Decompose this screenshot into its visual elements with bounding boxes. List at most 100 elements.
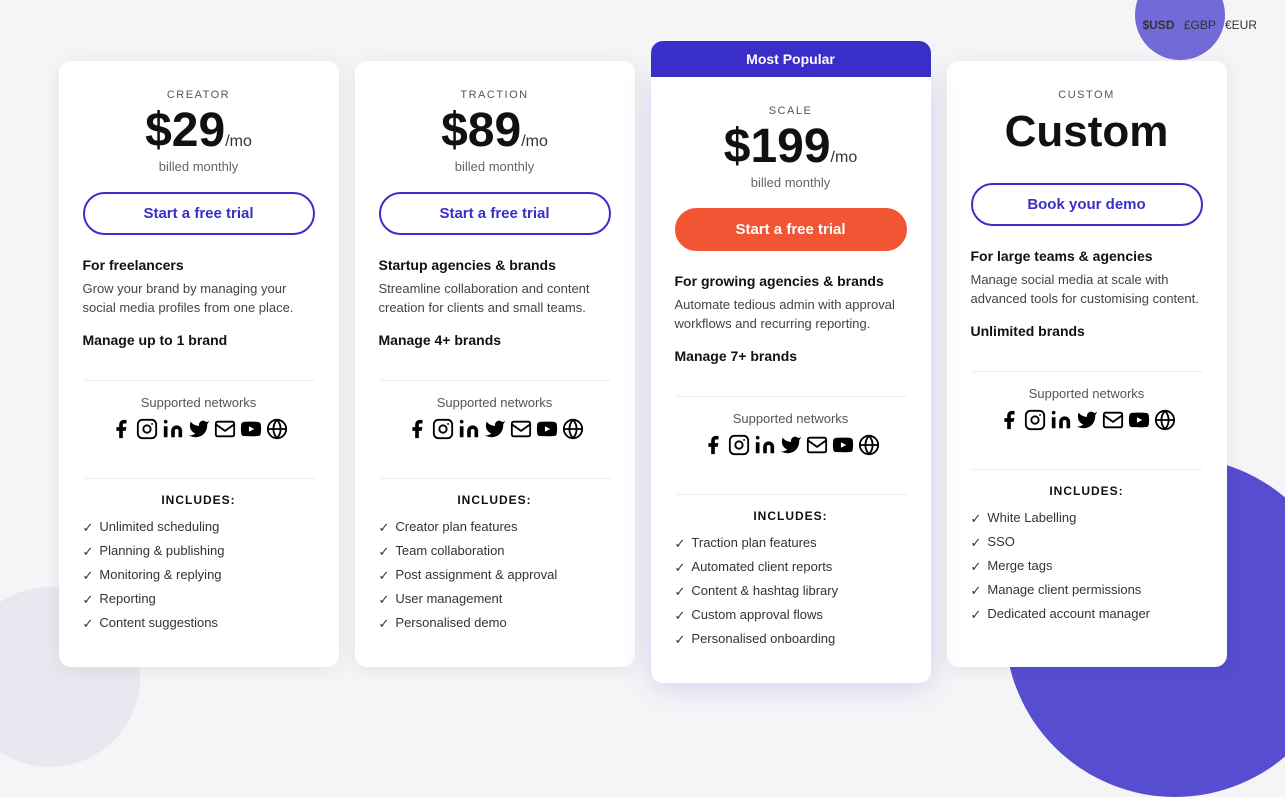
network-icon-tw — [188, 418, 210, 446]
plan-card-custom: CUSTOMCustomBook your demoFor large team… — [947, 61, 1227, 667]
plan-desc-title-traction: Startup agencies & brands — [379, 257, 556, 273]
network-icon-fb — [110, 418, 132, 446]
plan-desc-title-scale: For growing agencies & brands — [675, 273, 884, 289]
feature-item: ✓Unlimited scheduling — [83, 519, 315, 536]
feature-text: Monitoring & replying — [99, 567, 221, 582]
network-icon-fb — [998, 409, 1020, 437]
plan-desc-body-traction: Streamline collaboration and content cre… — [379, 279, 611, 318]
network-icon-tw — [1076, 409, 1098, 437]
features-list-creator: ✓Unlimited scheduling✓Planning & publish… — [83, 519, 315, 639]
feature-item: ✓ Personalised demo — [379, 615, 611, 632]
network-icon-gm — [214, 418, 236, 446]
feature-text: Manage client permissions — [987, 582, 1141, 597]
divider — [675, 494, 907, 495]
supported-label-scale: Supported networks — [733, 411, 849, 426]
feature-text: Personalised onboarding — [691, 631, 835, 646]
check-icon: ✓ — [83, 568, 94, 584]
divider — [379, 478, 611, 479]
currency-selector: $USD £GBP €EUR — [1136, 18, 1257, 32]
divider — [675, 396, 907, 397]
feature-item: ✓Merge tags — [971, 558, 1203, 575]
supported-label-creator: Supported networks — [141, 395, 257, 410]
plan-price-custom: Custom — [1005, 107, 1169, 157]
network-icon-li — [458, 418, 480, 446]
check-icon: ✓ — [83, 544, 94, 560]
divider — [971, 469, 1203, 470]
plan-brands-scale: Manage 7+ brands — [675, 348, 798, 364]
plan-card-scale: SCALE$199/mobilled monthlyStart a free t… — [651, 77, 931, 683]
cta-button-traction[interactable]: Start a free trial — [379, 192, 611, 235]
features-list-custom: ✓ White Labelling ✓ SSO ✓Merge tags ✓Manage c… — [971, 510, 1203, 630]
plan-price-row-traction: $89/mo — [441, 107, 548, 155]
plan-label-creator: CREATOR — [167, 89, 230, 101]
network-icon-gm — [806, 434, 828, 462]
check-icon: ✓ — [379, 616, 390, 632]
feature-text: Content & hashtag library — [691, 583, 838, 598]
check-icon: ✓ — [675, 560, 686, 576]
check-icon: ✓ — [971, 607, 982, 623]
feature-text: Creator plan features — [395, 519, 517, 534]
feature-text: Content suggestions — [99, 615, 218, 630]
plan-brands-custom: Unlimited brands — [971, 323, 1085, 339]
plan-price-row-scale: $199/mo — [724, 123, 857, 171]
network-icon-tw — [484, 418, 506, 446]
features-list-scale: ✓Traction plan features✓Automated client… — [675, 535, 907, 655]
network-icon-gm — [1102, 409, 1124, 437]
network-icon-li — [754, 434, 776, 462]
feature-item: ✓Traction plan features — [675, 535, 907, 552]
check-icon: ✓ — [675, 536, 686, 552]
plan-desc-title-custom: For large teams & agencies — [971, 248, 1153, 264]
currency-eur[interactable]: €EUR — [1225, 18, 1257, 32]
includes-label-scale: INCLUDES: — [753, 509, 827, 523]
network-icon-fb — [406, 418, 428, 446]
feature-item: ✓Personalised onboarding — [675, 631, 907, 648]
feature-item: ✓Content suggestions — [83, 615, 315, 632]
cta-button-custom[interactable]: Book your demo — [971, 183, 1203, 226]
network-icon-ig — [728, 434, 750, 462]
feature-item: ✓ Planning & publishing — [83, 543, 315, 560]
plan-brands-traction: Manage 4+ brands — [379, 332, 502, 348]
currency-usd[interactable]: $USD — [1142, 18, 1174, 32]
network-icon-wp — [562, 418, 584, 446]
network-icons-scale — [702, 434, 880, 462]
feature-item: ✓Reporting — [83, 591, 315, 608]
plan-desc-title-creator: For freelancers — [83, 257, 184, 273]
network-icon-yt — [1128, 409, 1150, 437]
cta-button-creator[interactable]: Start a free trial — [83, 192, 315, 235]
network-icon-yt — [832, 434, 854, 462]
check-icon: ✓ — [971, 511, 982, 527]
includes-label-creator: INCLUDES: — [161, 493, 235, 507]
feature-item: ✓ Post assignment & approval — [379, 567, 611, 584]
feature-text: Unlimited scheduling — [99, 519, 219, 534]
currency-gbp[interactable]: £GBP — [1184, 18, 1216, 32]
check-icon: ✓ — [675, 584, 686, 600]
network-icon-yt — [240, 418, 262, 446]
divider — [83, 380, 315, 381]
check-icon: ✓ — [83, 592, 94, 608]
feature-item: ✓ Creator plan features — [379, 519, 611, 536]
network-icons-creator — [110, 418, 288, 446]
network-icon-tw — [780, 434, 802, 462]
check-icon: ✓ — [379, 568, 390, 584]
feature-text: Dedicated account manager — [987, 606, 1150, 621]
feature-item: ✓ White Labelling — [971, 510, 1203, 527]
feature-text: Automated client reports — [691, 559, 832, 574]
feature-item: ✓ Monitoring & replying — [83, 567, 315, 584]
supported-label-custom: Supported networks — [1029, 386, 1145, 401]
check-icon: ✓ — [379, 520, 390, 536]
feature-text: Post assignment & approval — [395, 567, 557, 582]
features-list-traction: ✓ Creator plan features ✓Team collaboratio… — [379, 519, 611, 639]
plan-billed-scale: billed monthly — [751, 175, 831, 190]
check-icon: ✓ — [675, 608, 686, 624]
feature-text: SSO — [987, 534, 1014, 549]
network-icon-li — [162, 418, 184, 446]
plan-label-traction: TRACTION — [460, 89, 528, 101]
feature-text: White Labelling — [987, 510, 1076, 525]
cta-button-scale[interactable]: Start a free trial — [675, 208, 907, 251]
includes-label-custom: INCLUDES: — [1049, 484, 1123, 498]
feature-item: ✓Manage client permissions — [971, 582, 1203, 599]
feature-text: Personalised demo — [395, 615, 506, 630]
network-icon-yt — [536, 418, 558, 446]
feature-item: ✓Team collaboration — [379, 543, 611, 560]
feature-text: Planning & publishing — [99, 543, 224, 558]
